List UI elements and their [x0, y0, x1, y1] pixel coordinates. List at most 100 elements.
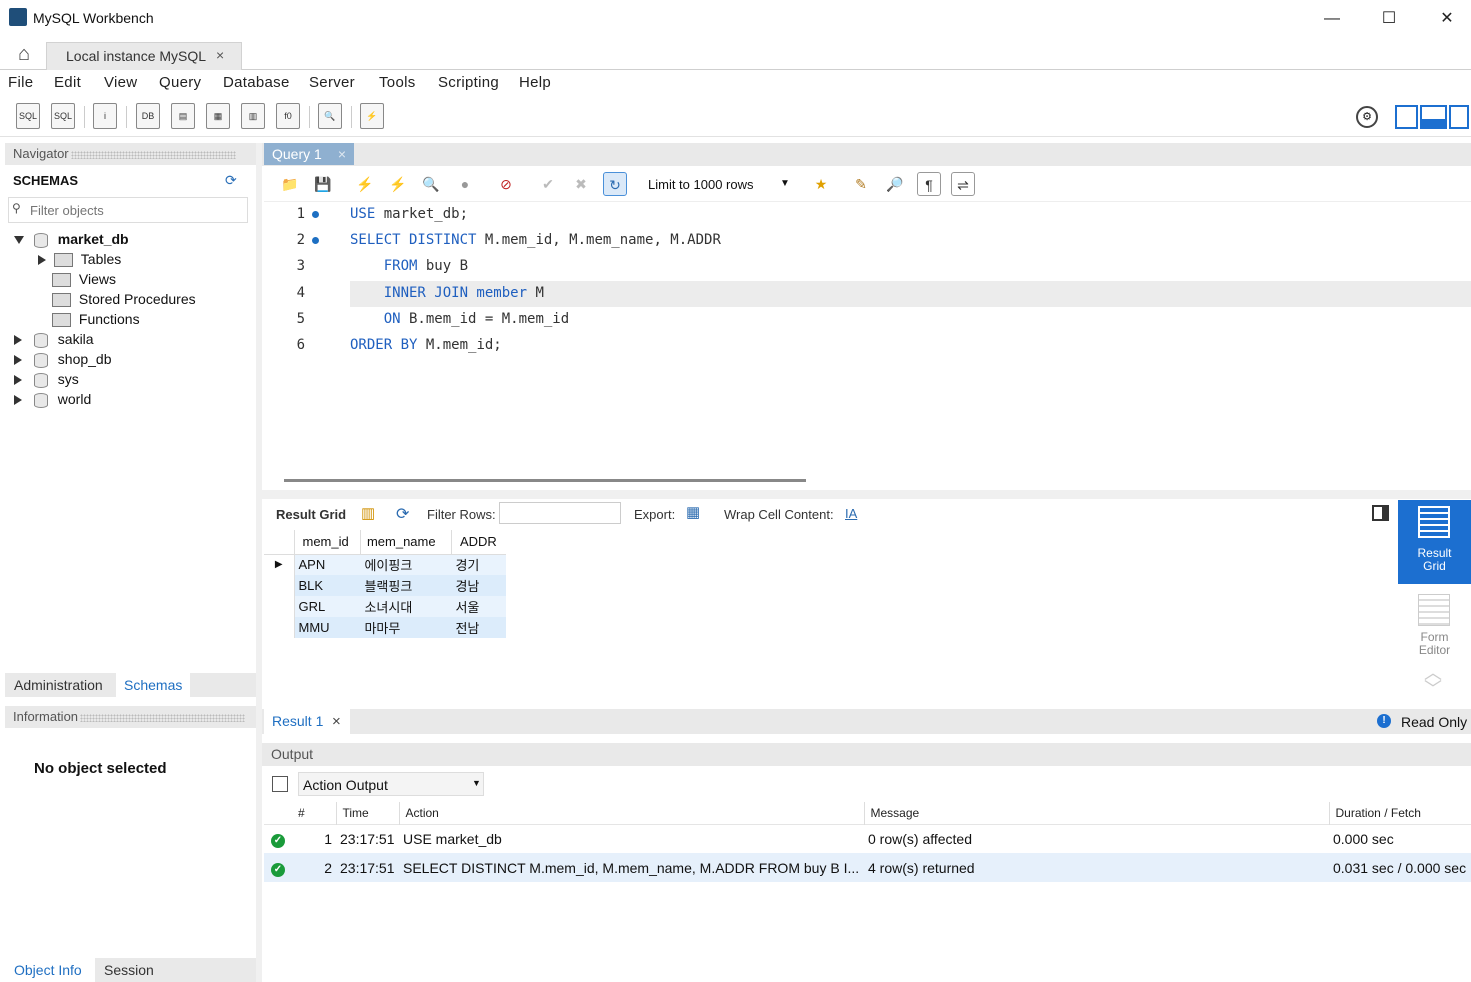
open-sql-script-icon[interactable]: SQL — [51, 103, 75, 129]
table-cell[interactable]: 경남 — [451, 575, 506, 596]
row-selector[interactable] — [264, 575, 295, 596]
table-row[interactable]: BLK 블랙핑크 경남 — [264, 575, 506, 596]
expand-arrow-icon[interactable] — [14, 335, 22, 346]
table-cell[interactable]: 0 row(s) affected — [864, 824, 1329, 853]
open-file-icon[interactable]: 📁 — [278, 172, 302, 196]
table-cell[interactable]: 2 — [292, 853, 336, 882]
refresh-icon[interactable]: ⟳ — [396, 504, 409, 524]
toggle-secondary-sidebar-icon[interactable] — [1449, 105, 1469, 129]
table-cell[interactable]: 블랙핑크 — [360, 575, 452, 596]
column-header[interactable]: # — [292, 802, 337, 824]
expand-arrow-icon[interactable] — [14, 355, 22, 366]
table-row[interactable]: GRL 소녀시대 서울 — [264, 596, 506, 617]
tab-result-1[interactable]: Result 1 — [272, 713, 323, 729]
code-line[interactable]: USE market_db; — [350, 206, 468, 222]
tree-item-views[interactable]: Views — [52, 271, 116, 288]
menu-edit[interactable]: Edit — [54, 74, 81, 91]
maximize-button[interactable]: ☐ — [1375, 6, 1403, 32]
table-cell[interactable]: 경기 — [451, 554, 506, 575]
tab-administration[interactable]: Administration — [14, 677, 103, 693]
toggle-stop-on-error-icon[interactable]: ⊘ — [494, 172, 518, 196]
home-icon[interactable]: ⌂ — [8, 41, 40, 67]
result-grid[interactable]: mem_id mem_name ADDR ▶ APN 에이핑크 경기 BLK 블랙핑크 경남… — [264, 530, 506, 638]
table-cell[interactable]: 소녀시대 — [360, 596, 452, 617]
word-wrap-icon[interactable]: ⇌ — [951, 172, 975, 196]
menu-view[interactable]: View — [104, 74, 137, 91]
column-header[interactable]: mem_name — [360, 530, 452, 554]
limit-dropdown-chevron-icon[interactable]: ▼ — [780, 178, 790, 189]
close-window-button[interactable]: ✕ — [1433, 6, 1461, 32]
table-row[interactable]: ▶ APN 에이핑크 경기 — [264, 554, 506, 575]
tree-item-functions[interactable]: Functions — [52, 311, 140, 328]
table-row[interactable]: ✓ 1 23:17:51 USE market_db 0 row(s) affected… — [264, 824, 1471, 853]
commit-icon[interactable]: ✔ — [536, 172, 560, 196]
schema-market-db[interactable]: market_db — [14, 231, 129, 248]
rollback-icon[interactable]: ✖ — [569, 172, 593, 196]
find-replace-icon[interactable]: 🔎 — [883, 172, 907, 196]
table-cell[interactable]: USE market_db — [399, 824, 864, 853]
menu-help[interactable]: Help — [519, 74, 551, 91]
table-cell[interactable]: SELECT DISTINCT M.mem_id, M.mem_name, M.… — [399, 853, 864, 882]
editor-horizontal-scrollbar[interactable] — [284, 479, 806, 482]
toggle-sidebar-icon[interactable] — [1395, 105, 1418, 129]
menu-file[interactable]: File — [8, 74, 33, 91]
create-procedure-icon[interactable]: ▥ — [241, 103, 265, 129]
table-cell[interactable]: MMU — [294, 617, 361, 638]
code-line[interactable]: INNER JOIN member M — [350, 285, 544, 301]
schema-world[interactable]: world — [14, 391, 91, 408]
copy-output-icon[interactable] — [272, 776, 288, 792]
create-function-icon[interactable]: f0 — [276, 103, 300, 129]
output-dropdown-chevron-icon[interactable]: ▼ — [472, 778, 481, 788]
stop-icon[interactable]: ● — [453, 172, 477, 196]
table-cell[interactable]: 마마무 — [360, 617, 452, 638]
autocommit-icon[interactable]: ↻ — [603, 172, 627, 196]
table-cell[interactable]: APN — [294, 554, 361, 575]
table-cell[interactable]: BLK — [294, 575, 361, 596]
save-icon[interactable]: 💾 — [311, 172, 335, 196]
toggle-output-panel-icon[interactable] — [1420, 105, 1447, 129]
table-cell[interactable]: 4 row(s) returned — [864, 853, 1329, 882]
reconnect-icon[interactable]: ⚡ — [360, 103, 384, 129]
expand-arrow-icon[interactable] — [38, 255, 46, 266]
add-snippet-icon[interactable]: ★ — [809, 172, 833, 196]
schema-sakila[interactable]: sakila — [14, 331, 94, 348]
tab-query-1[interactable]: Query 1 × — [264, 143, 354, 165]
table-row[interactable]: MMU 마마무 전남 — [264, 617, 506, 638]
code-line[interactable]: ORDER BY M.mem_id; — [350, 337, 502, 353]
toggle-side-panel-icon[interactable] — [1372, 505, 1389, 521]
new-sql-tab-icon[interactable]: SQL — [16, 103, 40, 129]
inspector-icon[interactable]: i — [93, 103, 117, 129]
tab-schemas[interactable]: Schemas — [124, 677, 182, 693]
tree-item-tables[interactable]: Tables — [38, 251, 121, 268]
menu-tools[interactable]: Tools — [379, 74, 416, 91]
column-header[interactable]: Duration / Fetch — [1329, 802, 1471, 824]
explain-icon[interactable]: 🔍 — [419, 172, 443, 196]
tab-object-info[interactable]: Object Info — [14, 962, 82, 978]
form-editor-label[interactable]: Form Editor — [1398, 631, 1471, 657]
row-selector[interactable]: ▶ — [264, 554, 295, 575]
beautify-icon[interactable]: ✎ — [849, 172, 873, 196]
invisible-chars-icon[interactable]: ¶ — [917, 172, 941, 196]
table-cell[interactable]: 23:17:51 — [336, 824, 399, 853]
execute-icon[interactable]: ⚡ — [353, 172, 377, 196]
schema-sys[interactable]: sys — [14, 371, 79, 388]
menu-scripting[interactable]: Scripting — [438, 74, 499, 91]
menu-database[interactable]: Database — [223, 74, 290, 91]
grid-view-icon[interactable]: ▥ — [361, 504, 375, 522]
wrap-cell-icon[interactable]: IA — [845, 506, 857, 521]
tree-item-stored-procedures[interactable]: Stored Procedures — [52, 291, 196, 308]
export-icon[interactable]: ▦ — [686, 503, 700, 521]
schema-shop-db[interactable]: shop_db — [14, 351, 112, 368]
collapse-arrow-icon[interactable] — [14, 236, 24, 245]
result-tab-close-icon[interactable]: × — [332, 713, 341, 730]
search-table-data-icon[interactable]: 🔍 — [318, 103, 342, 129]
limit-rows-select[interactable]: Limit to 1000 rows — [648, 177, 754, 192]
horizontal-splitter[interactable] — [262, 490, 1471, 499]
code-line[interactable]: SELECT DISTINCT M.mem_id, M.mem_name, M.… — [350, 232, 721, 248]
scroll-rail-chevrons-icon[interactable]: ︿ ﹀ — [1424, 664, 1442, 698]
expand-arrow-icon[interactable] — [14, 375, 22, 386]
create-view-icon[interactable]: ▦ — [206, 103, 230, 129]
row-selector[interactable] — [264, 596, 295, 617]
code-line[interactable]: FROM buy B — [350, 258, 468, 274]
table-cell[interactable]: 서울 — [451, 596, 506, 617]
